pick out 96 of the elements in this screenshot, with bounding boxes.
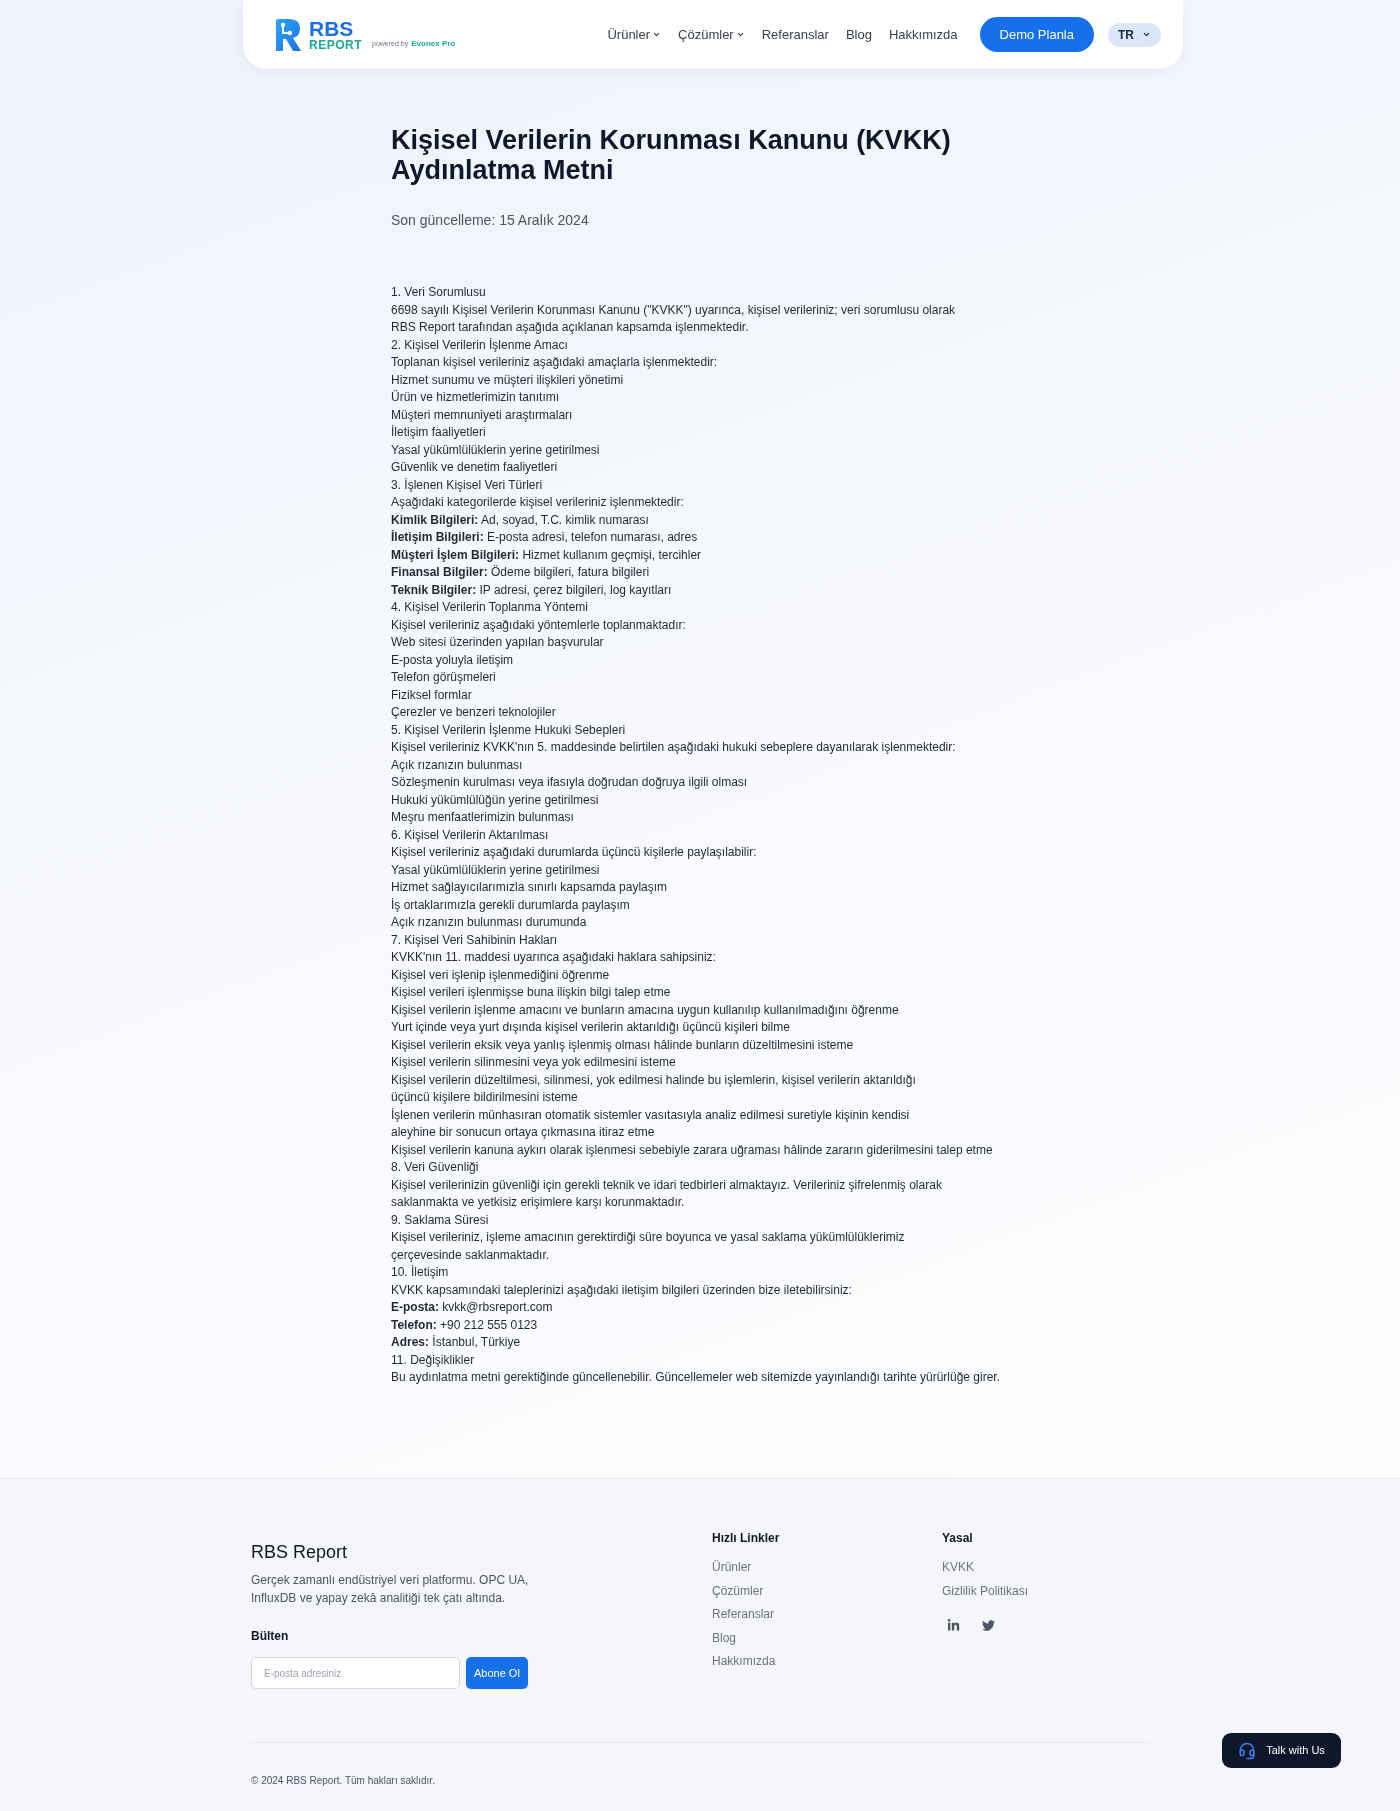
chat-button[interactable]: Talk with Us [1222, 1733, 1341, 1768]
body-line: Web sitesi üzerinden yapılan başvurular [391, 634, 604, 651]
copyright: © 2024 RBS Report. Tüm hakları saklıdır. [251, 1775, 435, 1786]
column-heading: Yasal [942, 1530, 974, 1547]
body-line: Toplanan kişisel verileriniz aşağıdaki amaçlarla işlenmektedir: [391, 354, 718, 371]
body-line: 3. İşlenen Kişisel Veri Türleri [391, 476, 543, 494]
body-line: 6698 sayılı Kişisel Verilerin Korunması Kanunu ("KVKK") uyarınca, kişisel verileriniz; veri sorumlusu olarak [391, 301, 956, 319]
chevron-down-icon [652, 30, 662, 39]
body-line: 10. İletişim [391, 1264, 449, 1281]
body-line: Müşteri İşlem Bilgileri: Hizmet kullanım geçmişi, tercihler [391, 546, 702, 564]
chevron-down-icon [1142, 30, 1151, 39]
body-line: Kişisel verilerin işlenme amacını ve bunların amacına uygun kullanılıp kullanılmadığını öğrenme [391, 1001, 899, 1019]
body-line: 4. Kişisel Verilerin Toplanma Yöntemi [391, 599, 588, 616]
body-line: 9. Saklama Süresi [391, 1211, 489, 1229]
body-line: Müşteri memnuniyeti araştırmaları [391, 406, 573, 424]
body-line: Bu aydınlatma metni gerektiğinde güncellenebilir. Güncellemeler web sitemizde yayınlandığı tarihte yürürlüğe girer. [391, 1369, 1000, 1386]
body-line: Adres: İstanbul, Türkiye [391, 1334, 521, 1351]
body-line: Kişisel verilerinizin güvenliği için gerekli teknik ve idari tedbirleri almaktayız. Verileriniz şifrelenmiş olarak [391, 1176, 942, 1194]
body-line: saklanmakta ve yetkisiz erişimlere karşı korunmaktadır. [391, 1194, 685, 1211]
footer-link[interactable]: Blog [712, 1629, 737, 1647]
chevron-down-icon [735, 30, 745, 39]
partner-brand: Evonex Pro [411, 37, 456, 50]
body-line: Meşru menfaatlerimizin bulunması [391, 809, 574, 826]
body-line: Kişisel verilerin silinmesini veya yok edilmesini isteme [391, 1054, 676, 1071]
language-selector[interactable]: TR [1108, 22, 1161, 47]
nav-link[interactable]: Hakkımızda [888, 24, 958, 45]
body-line: Fiziksel formlar [391, 686, 472, 704]
body-line: İletişim Bilgileri: E-posta adresi, telefon numarası, adres [391, 529, 698, 546]
body-line: KVKK kapsamındaki taleplerinizi aşağıdaki iletişim bilgileri üzerinden bize iletebilirsiniz: [391, 1281, 852, 1299]
headset-icon [1238, 1741, 1257, 1760]
body-line: Finansal Bilgiler: Ödeme bilgileri, fatura bilgileri [391, 564, 650, 581]
body-line: Kişisel verileriniz KVKK'nın 5. maddesinde belirtilen aşağıdaki hukuki sebeplere dayanılarak işlenmektedir: [391, 739, 956, 756]
body-line: E-posta: kvkk@rbsreport.com [391, 1299, 553, 1316]
last-updated: Son güncelleme: 15 Aralık 2024 [391, 211, 590, 230]
body-line: Hizmet sağlayıcılarımızla sınırlı kapsamda paylaşım [391, 879, 668, 896]
body-line: İletişim faaliyetleri [391, 424, 486, 441]
body-line: 8. Veri Güvenliği [391, 1159, 479, 1176]
logo-title: RBS [309, 18, 355, 39]
body-line: Aşağıdaki kategorilerde kişisel verileriniz işlenmektedir: [391, 494, 684, 511]
body-line: 7. Kişisel Veri Sahibinin Hakları [391, 931, 558, 949]
body-line: RBS Report tarafından aşağıda açıklanan kapsamda işlenmektedir. [391, 319, 749, 336]
body-line: Ürün ve hizmetlerimizin tanıtımı [391, 389, 560, 406]
page-title: Kişisel Verilerin Korunması Kanunu (KVKK) Aydınlatma Metni [391, 125, 952, 185]
body-line: 11. Değişiklikler [391, 1351, 475, 1369]
body-line: 5. Kişisel Verilerin İşlenme Hukuki Sebepleri [391, 721, 626, 739]
body-line: Kimlik Bilgileri: Ad, soyad, T.C. kimlik numarası [391, 511, 649, 529]
body-line: Hukuki yükümlülüğün yerine getirilmesi [391, 791, 599, 809]
logo-icon [273, 17, 303, 52]
body-line: Kişisel veri işlenip işlenmediğini öğrenme [391, 966, 610, 984]
body-line: Kişisel verilerin eksik veya yanlış işlenmiş olması hâlinde bunların düzeltilmesini isteme [391, 1036, 854, 1054]
nav-link[interactable]: Blog [845, 24, 872, 45]
body-line: Kişisel verileriniz aşağıdaki yöntemlerle toplanmaktadır: [391, 616, 686, 634]
demo-button[interactable]: Demo Planla [979, 17, 1094, 52]
body-line: 6. Kişisel Verilerin Aktarılması [391, 826, 549, 844]
body-line: Kişisel verilerin düzeltilmesi, silinmesi, yok edilmesi halinde bu işlemlerin, kişisel verilerin aktarıldığı [391, 1071, 916, 1089]
body-line: çerçevesinde saklanmaktadır. [391, 1246, 550, 1264]
column-heading: Hızlı Linkler [712, 1530, 781, 1547]
body-line: Açık rızanızın bulunması [391, 756, 523, 774]
body-line: Kişisel verileriniz aşağıdaki durumlarda üçüncü kişilerle paylaşılabilir: [391, 844, 757, 861]
footer-link[interactable]: Çözümler [712, 1582, 764, 1600]
logo-subtitle: REPORT [309, 38, 362, 51]
body-line: Yasal yükümlülüklerin yerine getirilmesi [391, 861, 600, 879]
body-line: KVKK'nın 11. maddesi uyarınca aşağıdaki haklara sahipsiniz: [391, 949, 716, 966]
body-line: Yurt içinde veya yurt dışında kişisel verilerin aktarıldığı üçüncü kişileri bilme [391, 1019, 790, 1036]
body-line: Telefon: +90 212 555 0123 [391, 1316, 538, 1334]
body-line: aleyhine bir sonucun ortaya çıkmasına itiraz etme [391, 1124, 655, 1141]
body-line: Kişisel verileriniz, işleme amacının gerektirdiği süre boyunca ve yasal saklama yükümlülüklerimiz [391, 1229, 905, 1246]
body-line: Çerezler ve benzeri teknolojiler [391, 704, 556, 721]
nav-link[interactable]: Ürünler [607, 24, 662, 45]
body-line: Güvenlik ve denetim faaliyetleri [391, 459, 558, 476]
body-line: 1. Veri Sorumlusu [391, 284, 486, 301]
body-line: Telefon görüşmeleri [391, 669, 496, 686]
body-line: üçüncü kişilere bildirilmesini isteme [391, 1089, 578, 1106]
footer-link[interactable]: Gizlilik Politikası [942, 1582, 1028, 1600]
body-line: İşlenen verilerin münhasıran otomatik sistemler vasıtasıyla analiz edilmesi suretiyle kişinin kendisi [391, 1106, 910, 1124]
footer-link[interactable]: Hakkımızda [712, 1653, 776, 1671]
body-line: Sözleşmenin kurulması veya ifasıyla doğrudan doğruya ilgili olması [391, 774, 748, 791]
body-line: Kişisel verileri işlenmişse buna ilişkin bilgi talep etme [391, 984, 671, 1001]
body-line: Teknik Bilgiler: IP adresi, çerez bilgileri, log kayıtları [391, 581, 672, 599]
nav-link[interactable]: Çözümler [678, 24, 745, 45]
body-line: Hizmet sunumu ve müşteri ilişkileri yönetimi [391, 371, 624, 389]
footer-brand: RBS Report [251, 1541, 349, 1564]
footer-link[interactable]: KVKK [942, 1559, 974, 1577]
newsletter-heading: Bülten [251, 1628, 290, 1645]
body-line: Kişisel verilerin kanuna aykırı olarak işlenmesi sebebiyle zarara uğraması hâlinde zararın giderilmesini talep etme [391, 1141, 993, 1159]
subscribe-button[interactable]: Abone Ol [466, 1657, 528, 1689]
footer-description: Gerçek zamanlı endüstriyel veri platformu. OPC UA, InfluxDB ve yapay zekâ analitiği tek çatı altında. [251, 1572, 530, 1607]
body-line: E-posta yoluyla iletişim [391, 651, 514, 669]
body-line: Yasal yükümlülüklerin yerine getirilmesi [391, 441, 600, 459]
body-line: 2. Kişisel Verilerin İşlenme Amacı [391, 336, 568, 354]
email-input[interactable]: E-posta adresiniz [251, 1657, 460, 1689]
nav-link[interactable]: Referanslar [761, 24, 829, 45]
body-line: İş ortaklarımızla gerekli durumlarda paylaşım [391, 896, 630, 914]
footer-link[interactable]: Referanslar [712, 1606, 775, 1624]
footer-link[interactable]: Ürünler [712, 1559, 752, 1577]
body-line: Açık rızanızın bulunması durumunda [391, 914, 587, 931]
